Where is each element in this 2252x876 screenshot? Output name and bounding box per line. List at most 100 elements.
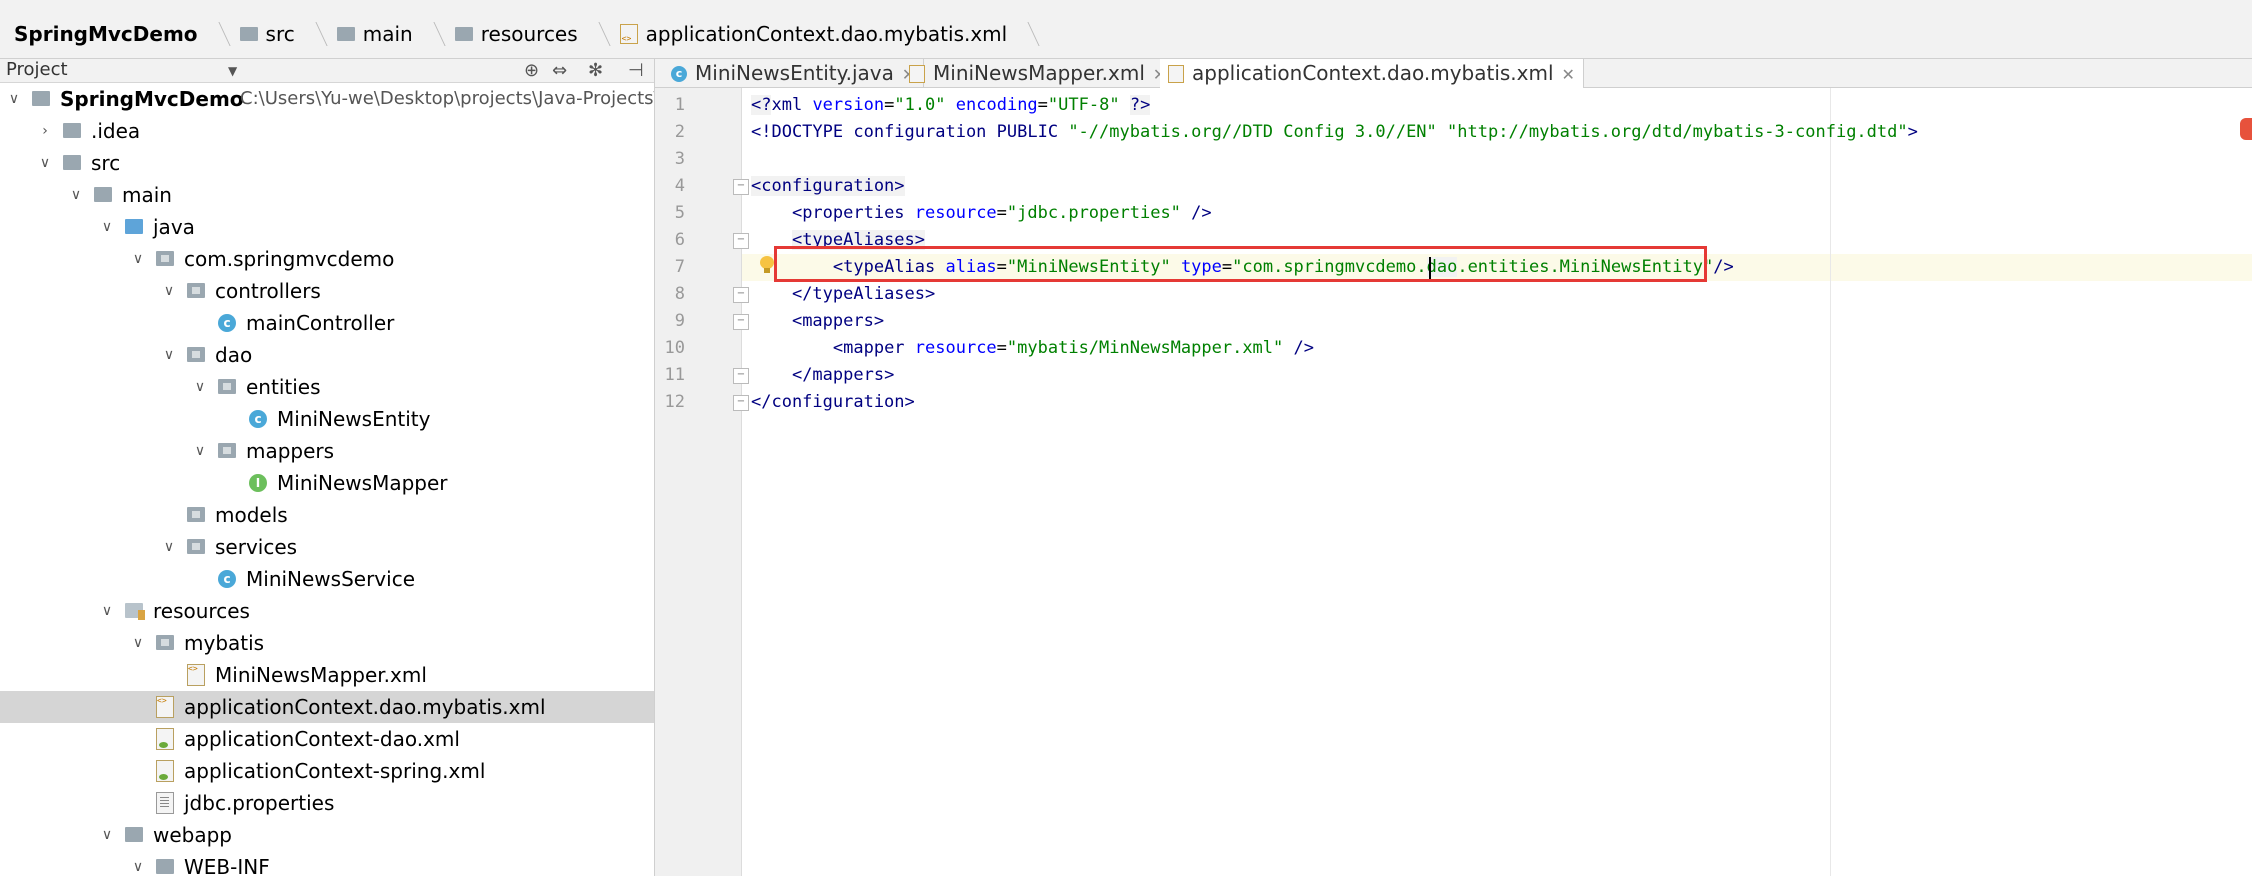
fold-marker-icon[interactable]: − [733,314,749,330]
code-token: /> [1293,338,1314,358]
breadcrumb-item-project[interactable]: SpringMvcDemo [0,10,232,58]
fold-marker-icon[interactable]: − [733,287,749,303]
xml-file-icon [156,685,174,718]
tree-item[interactable]: c MiniNewsService [0,563,654,595]
tree-item[interactable]: ∨ services [0,531,654,563]
tree-item[interactable]: I MiniNewsMapper [0,467,654,499]
tree-item[interactable]: › .idea [0,115,654,147]
fold-marker-icon[interactable]: − [733,233,749,249]
code-token: = [996,338,1007,358]
tab-label: applicationContext.dao.mybatis.xml [1192,61,1554,85]
class-icon: c [249,410,267,428]
fold-marker-icon[interactable]: − [733,368,749,384]
tree-item[interactable]: ∨ SpringMvcDemo C:\Users\Yu-we\Desktop\pro… [0,83,654,115]
tree-item-label: SpringMvcDemo [60,87,244,111]
tree-item[interactable]: applicationContext-spring.xml [0,755,654,787]
tree-item[interactable]: ∨ mappers [0,435,654,467]
package-icon [187,283,205,298]
tree-item[interactable]: ∨ WEB-INF [0,851,654,876]
tab-applicationcontext-dao-mybatis-xml[interactable]: applicationContext.dao.mybatis.xml ✕ [1160,59,1584,88]
breadcrumb-item-src[interactable]: src [232,10,329,58]
breadcrumb-item-resources[interactable]: resources [447,10,612,58]
class-icon: c [671,65,687,82]
chevron-down-icon[interactable]: ∨ [161,339,177,371]
code-token: xml [771,95,813,115]
tree-item[interactable]: ∨ entities [0,371,654,403]
breadcrumb-label: applicationContext.dao.mybatis.xml [645,22,1008,46]
tab-mininewsentity-java[interactable]: cMiniNewsEntity.java✕ [663,59,925,87]
tree-item-label: .idea [91,119,141,143]
tree-item-label: main [122,183,172,207]
tree-item[interactable]: ∨ mybatis [0,627,654,659]
tree-item[interactable]: ∨ controllers [0,275,654,307]
tree-item[interactable]: ∨ src [0,147,654,179]
chevron-down-icon[interactable]: ∨ [192,435,208,467]
tree-item[interactable]: MiniNewsMapper.xml [0,653,654,691]
web-folder-icon [125,827,143,842]
tree-item[interactable]: ∨ main [0,179,654,211]
collapse-all-icon[interactable]: ⇔ [552,60,567,81]
chevron-down-icon[interactable]: ∨ [99,211,115,243]
tree-item[interactable]: jdbc.properties [0,787,654,819]
menu-bar [0,0,2252,10]
tree-item[interactable]: ∨ webapp [0,819,654,851]
chevron-down-icon[interactable]: ∨ [6,83,22,115]
line-number: 10 [664,338,685,358]
chevron-down-icon[interactable]: ∨ [37,147,53,179]
tree-item[interactable]: ∨ dao [0,339,654,371]
package-icon [218,379,236,394]
breadcrumb-item-file[interactable]: applicationContext.dao.mybatis.xml [612,10,1042,58]
project-view-selector[interactable]: Project [6,59,68,80]
module-folder-icon [32,91,50,106]
tree-item[interactable]: c MiniNewsEntity [0,403,654,435]
tree-item[interactable]: models [0,499,654,531]
locate-icon[interactable]: ⊕ [524,60,539,81]
fold-marker-icon[interactable]: − [733,395,749,411]
package-icon [156,251,174,266]
xml-file-icon [1168,64,1184,83]
chevron-down-icon[interactable]: ∨ [130,243,146,275]
chevron-down-icon[interactable]: ∨ [130,851,146,876]
breadcrumb-item-main[interactable]: main [329,10,447,58]
close-icon[interactable]: ✕ [1562,65,1575,84]
line-number: 2 [674,122,685,142]
chevron-down-icon[interactable]: ∨ [161,531,177,563]
lightbulb-icon[interactable] [760,256,774,274]
tab-mininewsmapper-xml[interactable]: MiniNewsMapper.xml✕ [901,59,1176,87]
tree-item-label: resources [153,599,250,623]
tree-item[interactable]: applicationContext.dao.mybatis.xml [0,685,654,723]
chevron-down-icon[interactable]: ∨ [130,627,146,659]
tree-item-label: mappers [246,439,335,463]
spring-xml-icon [156,728,174,750]
tree-item-label: MiniNewsMapper [277,471,448,495]
tree-item[interactable]: ∨ java [0,211,654,243]
tree-item[interactable]: c mainController [0,307,654,339]
tree-item[interactable]: ∨ resources [0,595,654,627]
code-token: "mybatis/MinNewsMapper.xml" [1006,338,1284,358]
chevron-down-icon[interactable]: ∨ [99,819,115,851]
chevron-down-icon[interactable]: ∨ [161,275,177,307]
folder-icon [239,27,258,41]
chevron-right-icon[interactable]: › [37,115,53,147]
tree-item-label: jdbc.properties [184,791,335,815]
chevron-down-icon[interactable]: ∨ [99,595,115,627]
chevron-down-icon[interactable]: ∨ [192,371,208,403]
code-token: "-//mybatis.org//DTD Config 3.0//EN" [1068,122,1437,142]
hide-panel-icon[interactable]: ⊣ [628,60,644,81]
browser-preview-icon[interactable] [2240,118,2252,140]
tree-item[interactable]: ∨ com.springmvcdemo [0,243,654,275]
code-line: </configuration> [751,389,915,416]
gear-icon[interactable]: ✻ [588,60,603,81]
code-line: <!DOCTYPE configuration PUBLIC "-//mybat… [751,119,1918,146]
tree-item[interactable]: applicationContext-dao.xml [0,723,654,755]
code-token: > [1907,122,1918,142]
chevron-down-icon[interactable]: ▼ [228,64,237,78]
module-path: C:\Users\Yu-we\Desktop\projects\Java-Pro… [240,88,654,109]
chevron-down-icon[interactable]: ∨ [68,179,84,211]
fold-marker-icon[interactable]: − [733,179,749,195]
line-number: 6 [674,230,685,250]
